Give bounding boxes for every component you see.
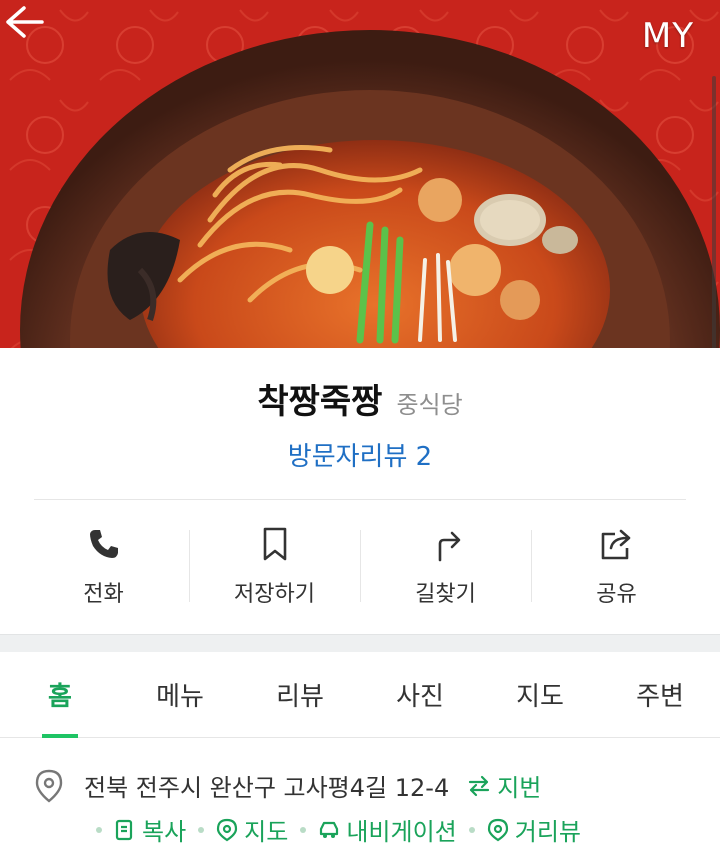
swap-icon <box>469 775 490 796</box>
address-row: 전북 전주시 완산구 고사평4길 12-4 지번 <box>34 768 541 803</box>
car-icon <box>320 821 339 838</box>
copy-label: 복사 <box>142 818 187 846</box>
map-link[interactable]: 지도 <box>216 812 288 847</box>
share-label: 공유 <box>596 582 637 607</box>
separator-dot <box>96 826 102 833</box>
call-label: 전화 <box>83 582 124 607</box>
share-button[interactable]: 공유 <box>531 520 702 608</box>
tab-menu[interactable]: 메뉴 <box>120 652 240 737</box>
jibun-toggle[interactable]: 지번 <box>467 768 541 803</box>
save-button[interactable]: 저장하기 <box>189 520 360 608</box>
directions-label: 길찾기 <box>415 582 476 607</box>
copy-icon <box>115 819 133 840</box>
divider <box>34 499 686 500</box>
address-text: 전북 전주시 완산구 고사평4길 12-4 <box>84 774 450 802</box>
tab-bar: 홈 메뉴 리뷰 사진 지도 주변 <box>0 652 720 738</box>
scrollbar[interactable] <box>712 76 716 348</box>
share-icon <box>601 529 630 560</box>
map-pin-icon <box>217 818 238 841</box>
separator-dot <box>198 826 205 833</box>
navigation-label: 내비게이션 <box>346 818 457 846</box>
jibun-label: 지번 <box>497 774 542 802</box>
separator-dot <box>300 826 307 833</box>
navigation-link[interactable]: 내비게이션 <box>318 812 457 847</box>
hero-photo[interactable]: MY <box>0 0 720 348</box>
action-bar: 전화 저장하기 길찾기 공유 <box>18 520 702 608</box>
back-arrow-icon[interactable] <box>0 0 48 44</box>
street-view-label: 거리뷰 <box>514 818 581 846</box>
visitor-review-link[interactable]: 방문자리뷰 2 <box>0 436 720 473</box>
food-photo <box>0 0 720 348</box>
separator-dot <box>468 826 475 833</box>
directions-icon <box>438 531 460 562</box>
copy-link[interactable]: 복사 <box>114 812 186 847</box>
place-title-row: 착짱죽짱 중식당 <box>0 374 720 423</box>
tab-home[interactable]: 홈 <box>0 652 120 738</box>
street-view-link[interactable]: 거리뷰 <box>487 812 581 847</box>
my-button[interactable]: MY <box>642 16 694 56</box>
call-button[interactable]: 전화 <box>18 520 189 608</box>
tab-review[interactable]: 리뷰 <box>240 652 360 737</box>
street-view-icon <box>487 818 508 841</box>
bookmark-icon <box>263 527 286 561</box>
tab-map[interactable]: 지도 <box>480 652 600 737</box>
map-label: 지도 <box>244 818 289 846</box>
save-label: 저장하기 <box>234 582 315 607</box>
tab-nearby[interactable]: 주변 <box>600 652 720 737</box>
place-category: 중식당 <box>396 391 463 419</box>
section-separator <box>0 634 720 652</box>
tab-photo[interactable]: 사진 <box>360 652 480 737</box>
location-pin-icon <box>35 769 63 803</box>
phone-icon <box>89 530 118 558</box>
address-links: 복사 지도 내비게이션 거리뷰 <box>84 812 581 847</box>
directions-button[interactable]: 길찾기 <box>360 520 531 608</box>
place-name: 착짱죽짱 <box>257 382 383 422</box>
